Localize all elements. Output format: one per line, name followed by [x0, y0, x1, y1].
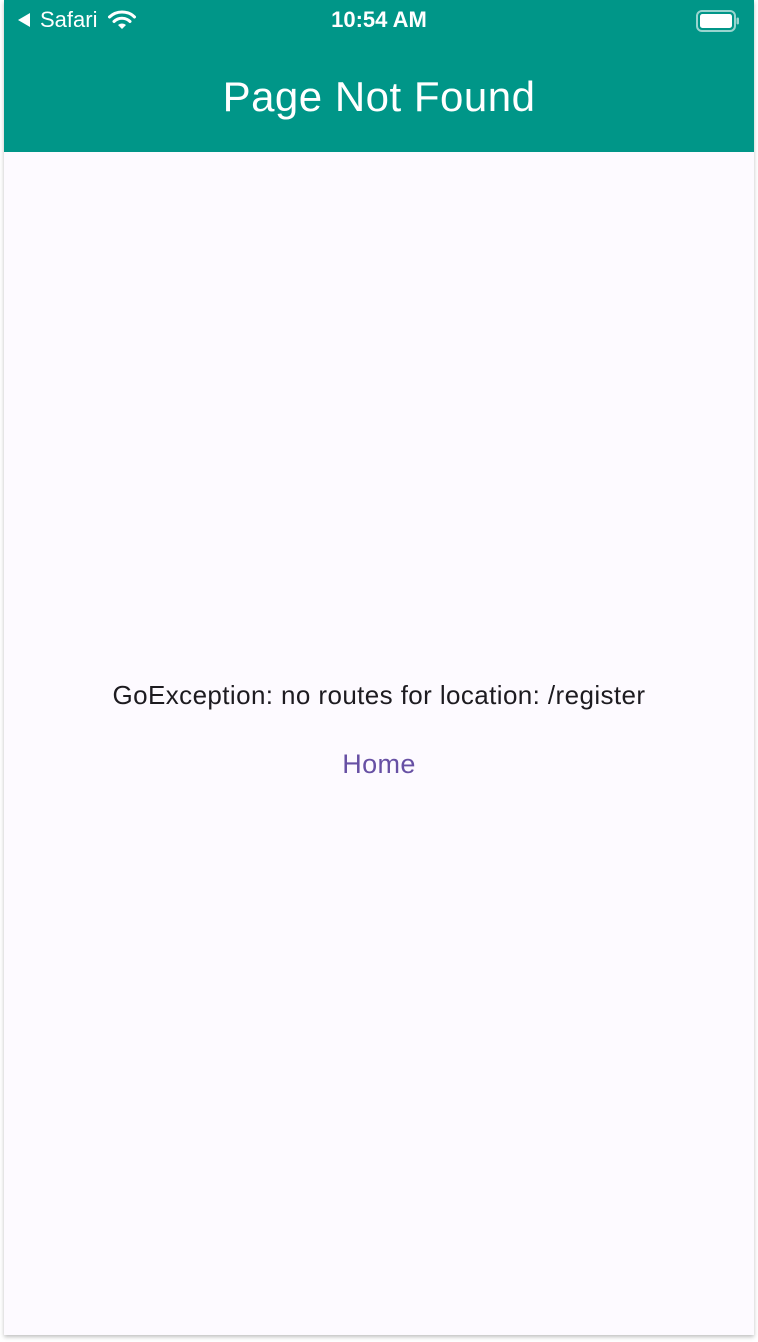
main-content: GoException: no routes for location: /re… — [4, 152, 754, 1335]
home-button[interactable]: Home — [314, 738, 444, 790]
device-screen: Safari 10:54 AM Page Not Found GoExcepti… — [4, 0, 754, 1335]
app-bar: Page Not Found — [4, 40, 754, 152]
status-bar: Safari 10:54 AM — [4, 0, 754, 40]
error-message: GoException: no routes for location: /re… — [112, 680, 646, 710]
battery-icon — [696, 10, 739, 32]
status-time: 10:54 AM — [331, 7, 427, 32]
page-title: Page Not Found — [222, 73, 536, 120]
